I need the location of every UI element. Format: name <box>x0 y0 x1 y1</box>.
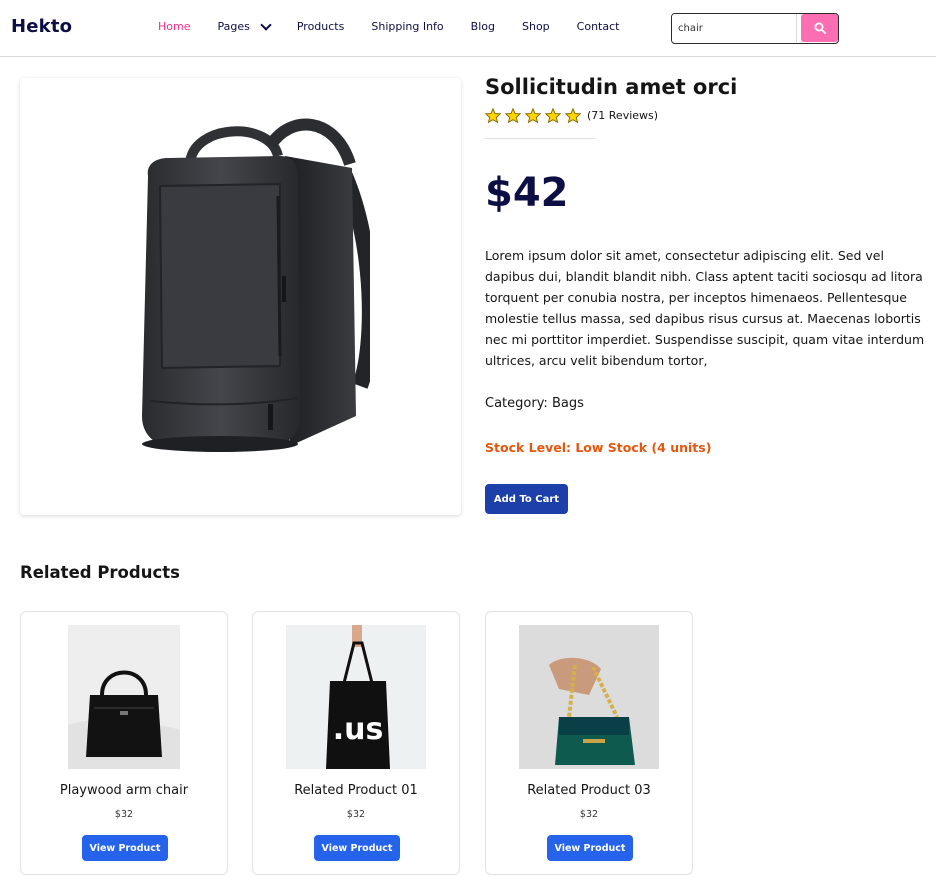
nav-pages-label: Pages <box>217 20 250 33</box>
site-header: Hekto Home Pages Products Shipping Info … <box>0 0 936 57</box>
related-product-name: Playwood arm chair <box>59 783 189 798</box>
star-icon <box>545 108 561 123</box>
site-logo[interactable]: Hekto <box>11 16 72 37</box>
related-product-card[interactable]: Playwood arm chair $32 View Product <box>20 611 228 875</box>
product-title: Sollicitudin amet orci <box>485 75 738 99</box>
star-icon <box>505 108 521 123</box>
add-to-cart-button[interactable]: Add To Cart <box>485 484 568 514</box>
related-product-name: Related Product 01 <box>294 783 418 798</box>
stock-level: Stock Level: Low Stock (4 units) <box>485 440 712 455</box>
star-icon <box>565 108 581 123</box>
nav-home[interactable]: Home <box>158 20 190 33</box>
chevron-down-icon <box>260 18 272 31</box>
search-input[interactable] <box>672 14 797 42</box>
nav-blog[interactable]: Blog <box>471 20 495 33</box>
nav-shop[interactable]: Shop <box>522 20 550 33</box>
product-description: Lorem ipsum dolor sit amet, consectetur … <box>485 248 925 368</box>
related-products-heading: Related Products <box>20 563 180 582</box>
related-product-price: $32 <box>579 809 599 820</box>
nav-products[interactable]: Products <box>297 20 345 33</box>
product-image-card <box>20 78 461 515</box>
view-product-button[interactable]: View Product <box>547 835 633 861</box>
product-price: $42 <box>485 170 569 216</box>
nav-pages[interactable]: Pages <box>217 18 272 33</box>
black-handbag-image <box>68 625 180 769</box>
svg-text:.us: .us <box>333 712 384 747</box>
search-bar <box>671 13 839 44</box>
tote-bag-image: .us <box>286 625 426 769</box>
related-product-card[interactable]: Related Product 03 $32 View Product <box>485 611 693 875</box>
related-product-price: $32 <box>114 809 134 820</box>
main-nav: Home Pages Products Shipping Info Blog S… <box>158 18 646 33</box>
view-product-button[interactable]: View Product <box>314 835 400 861</box>
product-category: Category: Bags <box>485 396 584 411</box>
related-product-name: Related Product 03 <box>527 783 651 798</box>
star-icon <box>485 108 501 123</box>
backpack-image <box>142 118 370 452</box>
star-icon <box>525 108 541 123</box>
green-purse-image <box>519 625 659 769</box>
view-product-button[interactable]: View Product <box>82 835 168 861</box>
search-button[interactable] <box>801 14 838 42</box>
search-icon <box>814 22 826 34</box>
divider <box>485 138 595 139</box>
nav-shipping-info[interactable]: Shipping Info <box>371 20 443 33</box>
related-product-card[interactable]: .us Related Product 01 $32 View Product <box>252 611 460 875</box>
review-count[interactable]: (71 Reviews) <box>587 109 658 122</box>
related-product-price: $32 <box>346 809 366 820</box>
product-rating: (71 Reviews) <box>485 108 658 123</box>
nav-contact[interactable]: Contact <box>577 20 620 33</box>
